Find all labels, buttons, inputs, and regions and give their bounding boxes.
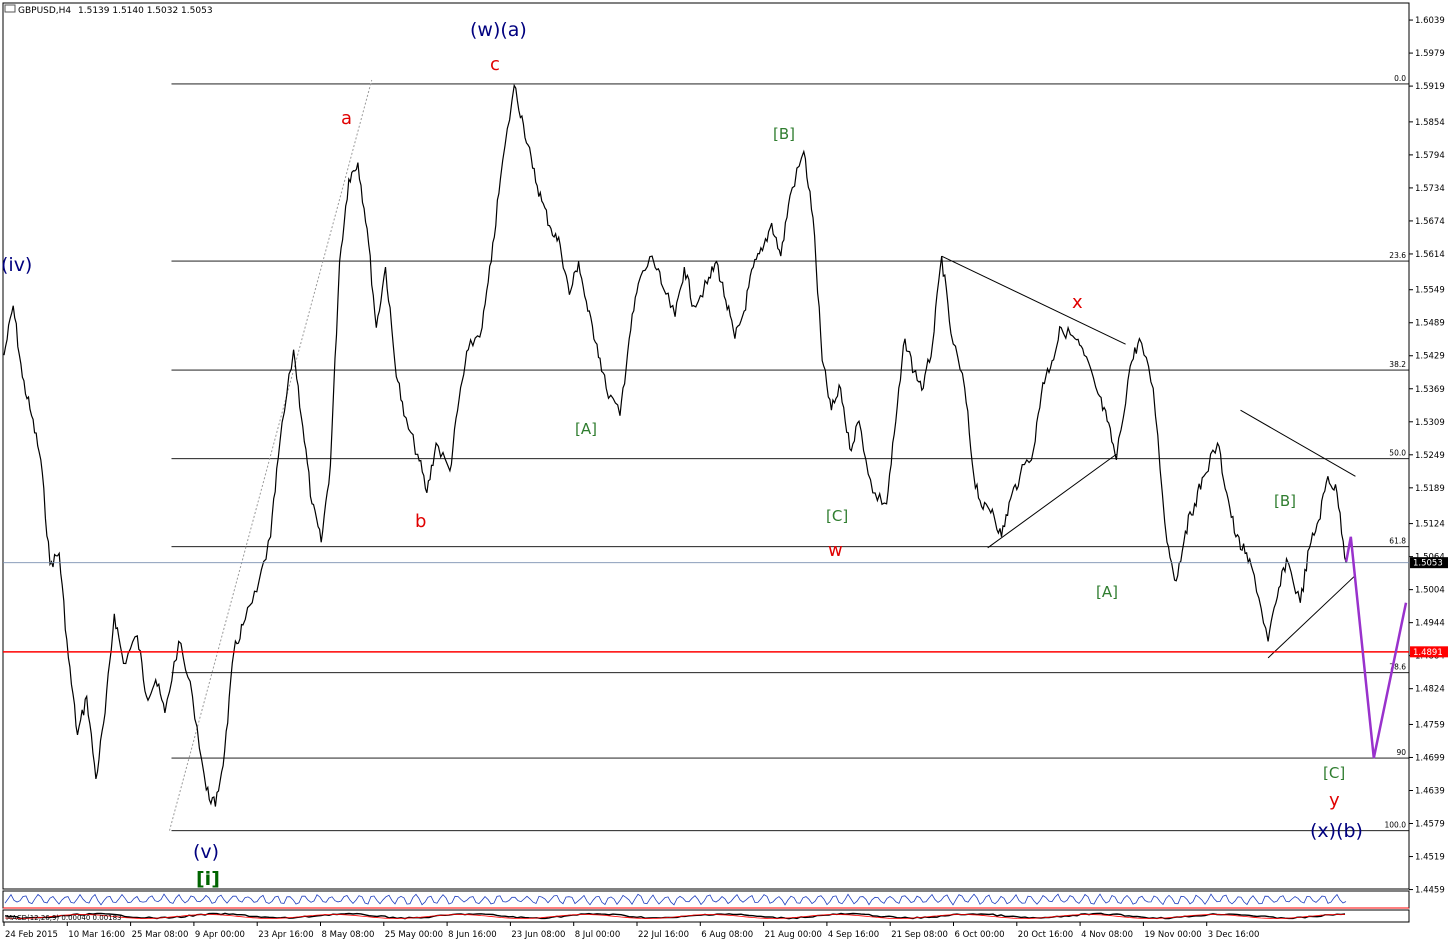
wave-label: [A] (1096, 583, 1118, 601)
macd-label: MACD(12,26,9) 0.00040 0.00183 (6, 914, 122, 922)
y-tick-label: 1.5249 (1415, 451, 1445, 461)
wave-label: b (415, 511, 426, 532)
current-price-label: 1.5053 (1413, 559, 1443, 569)
wave-label: x (1072, 292, 1083, 313)
y-tick-label: 1.5614 (1415, 250, 1445, 260)
y-tick-label: 1.5489 (1415, 319, 1445, 329)
fib-level-label: 61.8 (1389, 537, 1406, 546)
y-tick-label: 1.4579 (1415, 820, 1445, 830)
x-tick-label: 6 Aug 08:00 (701, 930, 753, 940)
x-tick-label: 24 Feb 2015 (5, 930, 58, 940)
y-tick-label: 1.5674 (1415, 217, 1445, 227)
x-tick-label: 19 Nov 00:00 (1144, 930, 1201, 940)
symbol-label: GBPUSD,H4 (18, 6, 71, 16)
x-tick-label: 8 Jun 16:00 (448, 930, 497, 940)
wave-label: (iv) (1, 254, 32, 276)
fib-level-label: 23.6 (1389, 251, 1406, 260)
y-tick-label: 1.5369 (1415, 385, 1445, 395)
x-tick-label: 23 Apr 16:00 (258, 930, 313, 940)
y-tick-label: 1.6039 (1415, 16, 1445, 26)
wave-label: c (490, 54, 500, 75)
support-price-tag: 1.4891 (1410, 646, 1448, 658)
x-tick-label: 25 Mar 08:00 (132, 930, 189, 940)
x-tick-label: 8 May 08:00 (322, 930, 375, 940)
fib-level-label: 50.0 (1389, 449, 1406, 458)
wave-label: [B] (1274, 492, 1296, 510)
chart-background (0, 0, 1450, 942)
x-tick-label: 20 Oct 16:00 (1018, 930, 1073, 940)
fib-level-label: 90 (1396, 748, 1406, 757)
current-price-tag: 1.5053 (1410, 557, 1448, 569)
wave-label: (v) (193, 841, 219, 863)
fib-level-label: 100.0 (1385, 821, 1407, 830)
x-tick-label: 6 Oct 00:00 (955, 930, 1005, 940)
y-tick-label: 1.5734 (1415, 184, 1445, 194)
x-tick-label: 21 Aug 00:00 (765, 930, 822, 940)
wave-label: (w)(a) (470, 19, 527, 41)
wave-label: [C] (1323, 764, 1345, 782)
y-tick-label: 1.5309 (1415, 418, 1445, 428)
wave-label: a (341, 108, 352, 129)
y-tick-label: 1.4759 (1415, 720, 1445, 730)
x-tick-label: 22 Jul 16:00 (638, 930, 689, 940)
y-tick-label: 1.5854 (1415, 118, 1445, 128)
wave-label: [C] (826, 507, 848, 525)
wave-label: y (1329, 790, 1340, 811)
x-tick-label: 21 Sep 08:00 (891, 930, 948, 940)
y-tick-label: 1.5549 (1415, 286, 1445, 296)
x-tick-label: 25 May 00:00 (385, 930, 443, 940)
wave-label: [B] (773, 125, 795, 143)
y-tick-label: 1.5919 (1415, 82, 1445, 92)
wave-label: [i] (196, 868, 220, 890)
x-tick-label: 4 Sep 16:00 (828, 930, 879, 940)
y-tick-label: 1.5794 (1415, 151, 1445, 161)
y-tick-label: 1.4824 (1415, 685, 1445, 695)
x-tick-label: 10 Mar 16:00 (68, 930, 125, 940)
x-tick-label: 23 Jun 08:00 (511, 930, 565, 940)
y-tick-label: 1.4944 (1415, 619, 1445, 629)
wave-label: [A] (575, 420, 597, 438)
chart-header: GBPUSD,H4 1.5139 1.5140 1.5032 1.5053 (4, 4, 213, 16)
fib-level-label: 38.2 (1389, 360, 1406, 369)
fib-level-label: 0.0 (1394, 74, 1406, 83)
y-tick-label: 1.5124 (1415, 520, 1445, 530)
wave-label: (x)(b) (1310, 820, 1363, 842)
y-tick-label: 1.5429 (1415, 352, 1445, 362)
y-tick-label: 1.5979 (1415, 49, 1445, 59)
wave-label: w (828, 540, 843, 561)
support-price-label: 1.4891 (1413, 648, 1443, 658)
y-tick-label: 1.5004 (1415, 586, 1445, 596)
price-chart[interactable]: 0.023.638.250.061.878.690100.0 1.60391.5… (0, 0, 1450, 942)
x-tick-label: 3 Dec 16:00 (1208, 930, 1260, 940)
y-tick-label: 1.4459 (1415, 886, 1445, 896)
y-tick-label: 1.4519 (1415, 853, 1445, 863)
ohlc-values: 1.5139 1.5140 1.5032 1.5053 (78, 6, 213, 16)
x-tick-label: 8 Jul 00:00 (575, 930, 621, 940)
x-tick-label: 4 Nov 08:00 (1081, 930, 1133, 940)
y-tick-label: 1.5189 (1415, 484, 1445, 494)
x-tick-label: 9 Apr 00:00 (195, 930, 245, 940)
y-tick-label: 1.4639 (1415, 786, 1445, 796)
y-tick-label: 1.4699 (1415, 753, 1445, 763)
